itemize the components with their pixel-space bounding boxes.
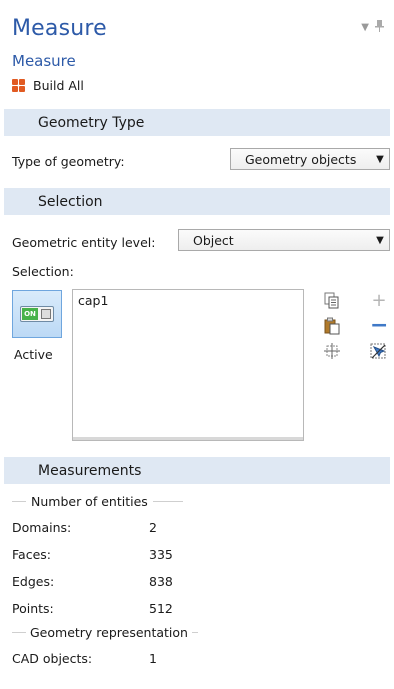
faces-label: Faces:: [12, 547, 51, 562]
section-selection-label: Selection: [38, 193, 103, 210]
entity-level-value: Object: [193, 232, 234, 248]
faces-value: 335: [149, 547, 173, 562]
node-label: Measure: [12, 52, 76, 70]
type-of-geometry-select[interactable]: Geometry objects ▼: [230, 148, 390, 170]
section-geometry-type-label: Geometry Type: [38, 114, 145, 131]
entity-level-select[interactable]: Object ▼: [178, 229, 390, 251]
points-label: Points:: [12, 601, 54, 616]
pin-icon[interactable]: [375, 20, 384, 35]
dropdown-arrow-icon[interactable]: ▼: [361, 22, 369, 33]
section-geometry-type[interactable]: Geometry Type: [4, 109, 390, 136]
toggle-switch-icon: ON: [20, 306, 54, 322]
panel-title: Measure: [12, 16, 107, 41]
divider: [12, 501, 26, 502]
active-toggle-button[interactable]: ON: [12, 290, 62, 338]
remove-icon[interactable]: −: [370, 315, 388, 337]
chevron-down-icon: ▼: [376, 234, 384, 246]
list-item[interactable]: cap1: [73, 290, 303, 308]
entity-level-label: Geometric entity level:: [12, 235, 156, 250]
divider: [191, 632, 198, 633]
selection-label: Selection:: [12, 264, 74, 279]
type-of-geometry-label: Type of geometry:: [12, 154, 125, 169]
section-measurements-label: Measurements: [38, 462, 142, 479]
build-all-button[interactable]: Build All: [12, 78, 84, 93]
geometry-representation-label: Geometry representation: [30, 625, 188, 640]
divider: [152, 501, 183, 502]
selection-listbox[interactable]: cap1: [72, 289, 304, 441]
points-value: 512: [149, 601, 173, 616]
section-selection[interactable]: Selection: [4, 188, 390, 215]
add-icon[interactable]: +: [370, 292, 388, 310]
edges-value: 838: [149, 574, 173, 589]
divider: [12, 632, 26, 633]
edges-label: Edges:: [12, 574, 55, 589]
paste-icon[interactable]: [324, 317, 342, 335]
cad-objects-value: 1: [149, 651, 157, 666]
toggle-knob: [41, 309, 51, 319]
number-of-entities-heading: Number of entities: [12, 494, 183, 509]
number-of-entities-label: Number of entities: [31, 494, 148, 509]
geometry-representation-heading: Geometry representation: [12, 625, 198, 640]
build-all-label: Build All: [33, 78, 84, 93]
zoom-selection-icon[interactable]: [324, 343, 342, 361]
domains-label: Domains:: [12, 520, 72, 535]
window-controls: ▼: [361, 20, 384, 35]
build-all-icon: [12, 78, 26, 93]
domains-value: 2: [149, 520, 157, 535]
clear-selection-icon[interactable]: [370, 343, 388, 361]
active-label: Active: [14, 347, 53, 362]
cad-objects-label: CAD objects:: [12, 651, 93, 666]
type-of-geometry-value: Geometry objects: [245, 151, 357, 167]
toggle-on-text: ON: [22, 308, 38, 320]
listbox-scrollbar[interactable]: [73, 437, 303, 440]
chevron-down-icon: ▼: [376, 153, 384, 165]
section-measurements[interactable]: Measurements: [4, 457, 390, 484]
copy-icon[interactable]: [324, 292, 342, 310]
